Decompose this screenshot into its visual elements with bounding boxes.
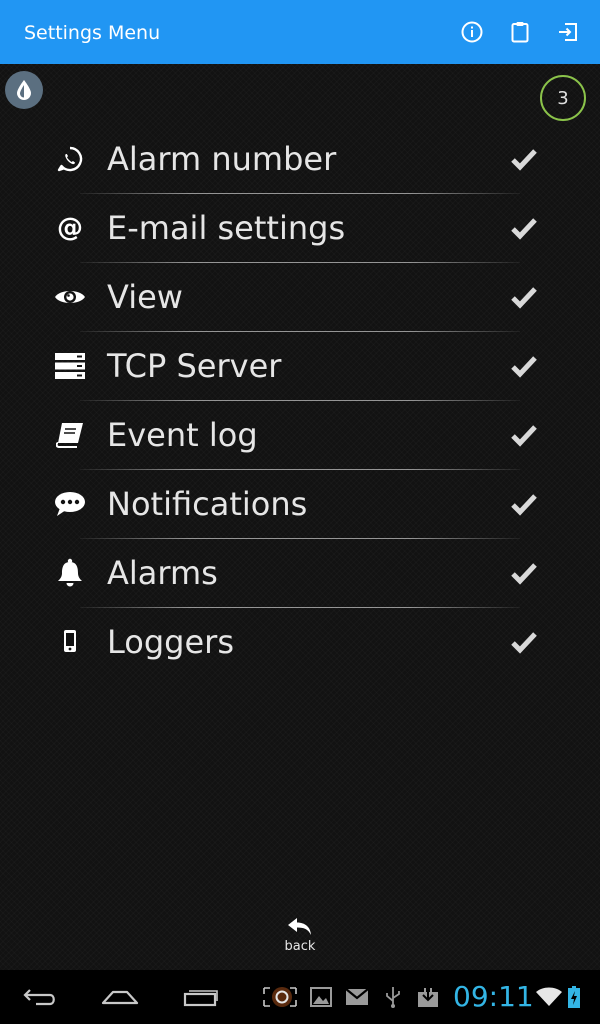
checkmark-icon — [508, 419, 540, 451]
checkmark-icon — [508, 626, 540, 658]
checkmark-icon — [508, 350, 540, 382]
nav-recents-icon — [183, 990, 218, 1007]
menu-item-label: View — [107, 278, 183, 316]
mobile-icon — [54, 626, 86, 658]
menu-item-loggers[interactable]: Loggers — [0, 608, 600, 677]
usb-icon — [384, 984, 402, 1010]
menu-item-label: Alarm number — [107, 140, 337, 178]
back-button[interactable]: back — [270, 916, 330, 962]
nav-back-button[interactable] — [20, 980, 60, 1014]
system-nav-bar: 09:11 — [0, 970, 600, 1024]
checkmark-icon — [508, 281, 540, 313]
checkmark-icon — [508, 212, 540, 244]
logout-icon[interactable] — [554, 18, 582, 46]
back-label: back — [284, 939, 316, 954]
wifi-icon — [536, 984, 562, 1010]
menu-item-label: Notifications — [107, 485, 308, 523]
nav-back-icon — [23, 989, 55, 1006]
chat-icon — [54, 488, 86, 520]
at-icon: @ — [54, 212, 86, 244]
whatsapp-icon — [54, 143, 86, 175]
screenshot-icon — [262, 984, 298, 1010]
checkmark-icon — [508, 557, 540, 589]
book-icon — [54, 419, 86, 451]
nav-home-icon — [101, 990, 139, 1005]
menu-item-notifications[interactable]: Notifications — [0, 470, 600, 539]
nav-home-button[interactable] — [100, 980, 140, 1014]
download-icon — [417, 984, 439, 1010]
menu-item-alarm-number[interactable]: Alarm number — [0, 125, 600, 194]
server-icon — [54, 350, 86, 382]
menu-item-event-log[interactable]: Event log — [0, 401, 600, 470]
gmail-icon — [345, 984, 369, 1010]
clipboard-icon[interactable] — [506, 18, 534, 46]
menu-item-label: TCP Server — [107, 347, 282, 385]
bell-icon — [54, 557, 86, 589]
eye-icon — [54, 281, 86, 313]
checkmark-icon — [508, 143, 540, 175]
page-title: Settings Menu — [24, 22, 161, 44]
svg-text:@: @ — [57, 214, 83, 242]
menu-item-view[interactable]: View — [0, 263, 600, 332]
menu-item-email-settings[interactable]: @ E-mail settings — [0, 194, 600, 263]
menu-item-label: Event log — [107, 416, 258, 454]
reply-icon — [288, 918, 311, 935]
app-bar: Settings Menu — [0, 0, 600, 64]
battery-icon — [567, 984, 581, 1010]
menu-item-label: Loggers — [107, 623, 234, 661]
menu-item-label: Alarms — [107, 554, 218, 592]
checkmark-icon — [508, 488, 540, 520]
nav-recents-button[interactable] — [181, 980, 221, 1014]
drop-button[interactable] — [5, 71, 43, 109]
menu-item-alarms[interactable]: Alarms — [0, 539, 600, 608]
menu-item-label: E-mail settings — [107, 209, 346, 247]
settings-menu-list: Alarm number @ E-mail settings View TCP … — [0, 125, 600, 677]
clock: 09:11 — [453, 980, 534, 1013]
menu-item-tcp-server[interactable]: TCP Server — [0, 332, 600, 401]
info-icon[interactable] — [458, 18, 486, 46]
water-drop-icon — [17, 80, 31, 100]
gallery-icon — [310, 984, 332, 1010]
counter-badge: 3 — [540, 75, 586, 121]
